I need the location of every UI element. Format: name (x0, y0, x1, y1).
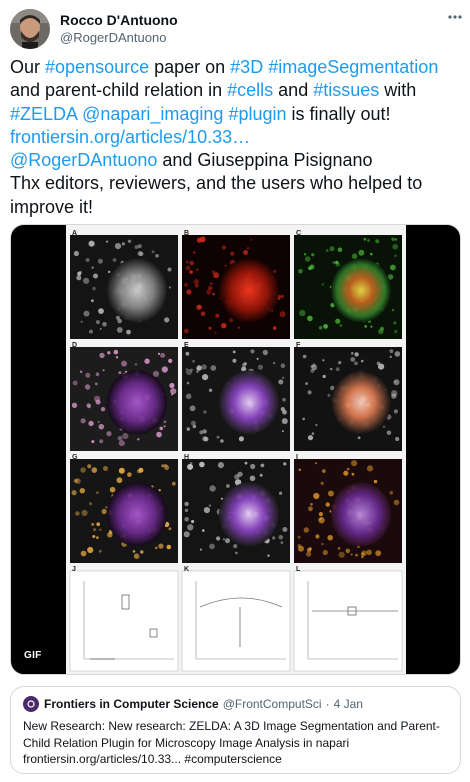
tweet-text-segment: Thx editors, reviewers, and the users wh… (10, 173, 423, 194)
tweet-text-line: #ZELDA @napari_imaging #plugin is finall… (10, 103, 460, 126)
handle[interactable]: @RogerDAntuono (60, 29, 178, 47)
figure-panel: A (70, 230, 178, 339)
hashtag-link[interactable]: #plugin (228, 104, 286, 124)
quoted-tweet[interactable]: Frontiers in Computer Science @FrontComp… (10, 686, 461, 774)
tweet-text-segment: with (379, 80, 417, 101)
tweet-text-line: and parent-child relation in #cells and … (10, 79, 460, 102)
figure-panel: C (294, 230, 402, 339)
tweet-text-line: improve it! (10, 196, 460, 219)
figure-panel: E (182, 342, 290, 451)
figure-plot-panel: J (69, 566, 179, 672)
panel-letter: F (296, 342, 301, 349)
panel-letter: I (296, 454, 298, 461)
author-names: Rocco D'Antuono @RogerDAntuono (60, 11, 178, 47)
tweet-text-line: Our #opensource paper on #3D #imageSegme… (10, 56, 460, 79)
figure-panel: B (182, 230, 290, 339)
mention-link[interactable]: @RogerDAntuono (10, 150, 157, 170)
tweet-text-segment: and Giuseppina Pisignano (157, 150, 373, 171)
tweet-text-line: frontiersin.org/articles/10.33… (10, 126, 460, 149)
quote-text-line: New Research: New research: ZELDA: A 3D … (23, 719, 440, 733)
panel-letter: C (296, 230, 301, 237)
figure-panels: A B C D E F G H I J K L (66, 225, 406, 674)
gif-badge: GIF (19, 647, 47, 664)
hashtag-link[interactable]: #3D (230, 57, 263, 77)
hashtag-link[interactable]: #imageSegmentation (268, 57, 438, 77)
quoted-tweet-header: Frontiers in Computer Science @FrontComp… (23, 696, 448, 712)
mention-link[interactable]: @napari_imaging (82, 104, 223, 124)
url-link[interactable]: frontiersin.org/articles/10.33… (10, 127, 250, 147)
hashtag-link[interactable]: #opensource (45, 57, 149, 77)
tweet-text-line: Thx editors, reviewers, and the users wh… (10, 172, 460, 195)
tweet-text-segment: improve it! (10, 196, 94, 217)
media-gif[interactable]: A B C D E F G H I J K L GIF (10, 224, 461, 675)
panel-letter: L (296, 566, 301, 573)
figure-panel: H (182, 454, 290, 563)
tweet-text-line: @RogerDAntuono and Giuseppina Pisignano (10, 149, 460, 172)
panel-letter: G (72, 454, 78, 461)
quote-display-name[interactable]: Frontiers in Computer Science (44, 696, 219, 712)
panel-letter: H (184, 454, 189, 461)
panel-letter: D (72, 342, 77, 349)
quote-separator: · (325, 697, 330, 711)
hashtag-link[interactable]: #ZELDA (10, 104, 77, 124)
panel-letter: K (184, 566, 189, 573)
more-dots-icon[interactable] (444, 6, 466, 28)
quote-text: New Research: New research: ZELDA: A 3D … (23, 718, 448, 768)
figure-panel: I (294, 454, 402, 563)
tweet-text-segment: and parent-child relation in (10, 80, 228, 101)
quote-text-line: Child Relation Plugin for Microscopy Ima… (23, 735, 350, 750)
hashtag-link[interactable]: #cells (227, 80, 273, 100)
tweet: Rocco D'Antuono @RogerDAntuono Our #open… (0, 0, 470, 782)
tweet-text-segment: is finally out! (286, 103, 391, 124)
quote-text-line: frontiersin.org/articles/10.33... #compu… (23, 752, 282, 766)
tweet-text-segment: paper on (149, 57, 231, 77)
panel-letter: B (184, 230, 189, 237)
tweet-text-segment: Our (10, 57, 46, 77)
tweet-header: Rocco D'Antuono @RogerDAntuono (10, 8, 460, 50)
avatar[interactable] (10, 9, 50, 49)
figure-panel: F (294, 342, 402, 451)
panel-letter: A (72, 230, 77, 237)
figure-plot-panel: L (293, 566, 403, 672)
tweet-text-segment: and (273, 80, 314, 101)
quote-date[interactable]: 4 Jan (334, 696, 363, 712)
figure-plot-panel: K (181, 566, 291, 672)
quote-avatar (23, 696, 39, 712)
hashtag-link[interactable]: #tissues (313, 80, 379, 100)
display-name[interactable]: Rocco D'Antuono (60, 11, 178, 29)
panel-letter: J (72, 566, 76, 573)
figure-panel: D (70, 342, 178, 451)
quote-handle[interactable]: @FrontComputSci (223, 696, 322, 712)
panel-letter: E (184, 342, 189, 349)
tweet-text: Our #opensource paper on #3D #imageSegme… (10, 56, 460, 219)
figure-panel: G (70, 454, 178, 563)
